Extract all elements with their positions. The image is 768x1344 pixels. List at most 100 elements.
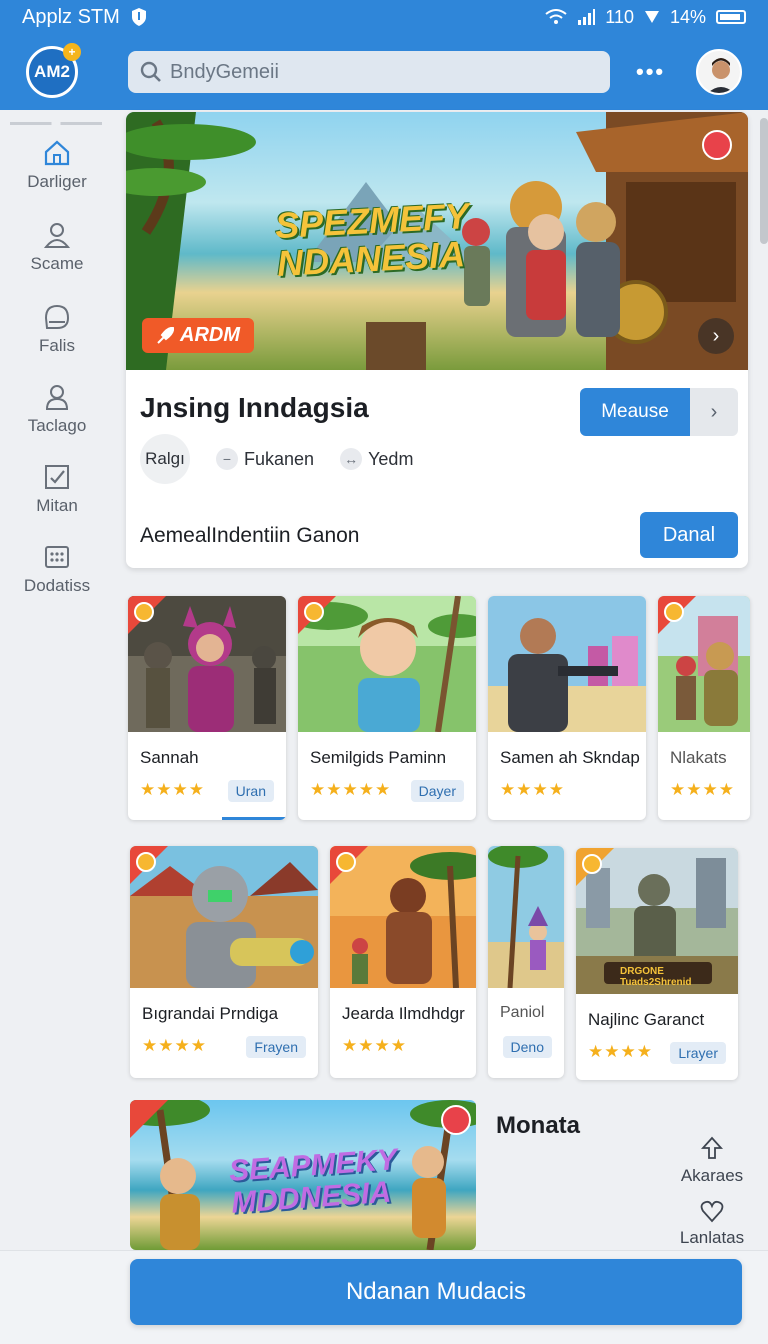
ribbon bbox=[130, 1100, 168, 1138]
chip-yedm[interactable]: ↔ Yedm bbox=[340, 448, 413, 470]
rating-stars: ★★★★ bbox=[588, 1042, 653, 1061]
avatar[interactable] bbox=[696, 49, 742, 95]
rating-stars: ★★★★ bbox=[670, 780, 735, 799]
featured-game-card[interactable]: SPEZMEFY NDANESIA ARDM › Jnsing Inndagsi… bbox=[126, 112, 748, 568]
search-placeholder: BndyGemeii bbox=[170, 60, 279, 83]
chip-label: Ralgı bbox=[145, 449, 185, 468]
rating-stars: ★★★★ bbox=[342, 1036, 407, 1055]
chip-label: Yedm bbox=[368, 448, 414, 469]
sidebar-item-label: Scame bbox=[30, 254, 84, 273]
sidebar-item-dodatiss[interactable]: Dodatiss bbox=[0, 542, 114, 596]
action-label: Lanlatas bbox=[679, 1228, 745, 1247]
promo-banner[interactable]: SEAPMEKY MDDNESIA bbox=[130, 1100, 476, 1250]
featured-more-button[interactable]: › bbox=[690, 388, 738, 436]
section-title: Monata bbox=[496, 1112, 580, 1139]
chevron-right-icon: › bbox=[712, 324, 720, 347]
sidebar-item-taclago[interactable]: Taclago bbox=[0, 382, 114, 436]
shield-icon bbox=[131, 8, 146, 26]
game-title: Semilgids Paminn bbox=[310, 748, 447, 767]
sidebar-handle bbox=[10, 122, 102, 125]
banner-tag-text: ARDM bbox=[180, 324, 240, 346]
featured-subtitle: AemealIndentiin Ganon bbox=[140, 524, 360, 547]
checkbox-icon bbox=[45, 465, 69, 489]
badge-icon bbox=[136, 852, 156, 872]
sidebar-item-label: Taclago bbox=[27, 416, 87, 435]
next-slide-button[interactable]: › bbox=[698, 318, 734, 354]
person-icon bbox=[45, 385, 69, 410]
rating-stars: ★★★★ bbox=[140, 780, 205, 799]
sidebar-item-label: Falis bbox=[39, 336, 75, 355]
battery-text: 14% bbox=[669, 6, 706, 27]
badge-icon bbox=[582, 854, 602, 874]
app-header: AM2 + BndyGemeii ••• bbox=[0, 34, 768, 110]
badge-icon bbox=[134, 602, 154, 622]
active-indicator bbox=[222, 817, 286, 820]
sidebar-item-falis[interactable]: Falis bbox=[0, 302, 114, 356]
game-art-text: DRGONE Tuads2Shrenid bbox=[620, 966, 692, 988]
action-lanlatas[interactable]: Lanlatas bbox=[672, 1198, 752, 1248]
featured-primary-button[interactable]: Meause bbox=[580, 388, 690, 436]
wifi-icon bbox=[545, 9, 567, 24]
game-tag[interactable]: Uran bbox=[227, 780, 274, 802]
minus-icon: − bbox=[216, 448, 238, 470]
game-tag[interactable]: Lrayer bbox=[670, 1042, 726, 1064]
chip-ralgi[interactable]: Ralgı bbox=[140, 434, 190, 484]
rating-stars: ★★★★★ bbox=[310, 780, 392, 799]
chip-label: Fukanen bbox=[244, 448, 315, 469]
battery-icon bbox=[716, 10, 746, 24]
sidebar-item-label: Dodatiss bbox=[23, 576, 91, 595]
arrows-icon: ↔ bbox=[340, 448, 363, 470]
game-title: Sannah bbox=[140, 748, 199, 767]
chevron-right-icon: › bbox=[710, 400, 718, 423]
featured-secondary-button[interactable]: Danal bbox=[640, 512, 738, 558]
game-tag[interactable]: Frayen bbox=[246, 1036, 306, 1058]
featured-chips: Ralgı − Fukanen ↔ Yedm bbox=[140, 434, 413, 484]
chip-fukanen[interactable]: − Fukanen bbox=[216, 448, 314, 470]
app-logo[interactable]: AM2 + bbox=[26, 43, 81, 98]
rating-stars: ★★★★ bbox=[142, 1036, 207, 1055]
game-card[interactable]: Semilgids Paminn ★★★★★ Dayer bbox=[298, 596, 476, 820]
status-app: Applz STM bbox=[22, 6, 148, 29]
more-icon[interactable]: ••• bbox=[636, 59, 665, 85]
game-card[interactable]: Paniol Deno bbox=[488, 846, 564, 1078]
game-card[interactable]: Jearda Ilmdhdgr ★★★★ bbox=[330, 846, 476, 1078]
game-card[interactable]: Samen ah Skndap ★★★★ bbox=[488, 596, 646, 820]
scrollbar[interactable] bbox=[760, 118, 768, 244]
share-icon bbox=[700, 1136, 724, 1159]
game-card[interactable]: DRGONE Tuads2Shrenid Najlinc Garanct ★★★… bbox=[576, 848, 738, 1080]
search-icon bbox=[140, 61, 161, 82]
game-thumbnail bbox=[488, 596, 646, 732]
search-input[interactable]: BndyGemeii bbox=[128, 51, 610, 93]
badge-icon bbox=[304, 602, 324, 622]
sidebar-item-scame[interactable]: Scame bbox=[0, 220, 114, 274]
game-card[interactable]: Sannah ★★★★ Uran bbox=[128, 596, 286, 820]
game-title: Paniol bbox=[500, 1004, 545, 1021]
primary-cta-button[interactable]: Ndanan Mudacis bbox=[130, 1259, 742, 1325]
network-text: 110 bbox=[605, 6, 634, 27]
game-card[interactable]: Nlakats ★★★★ bbox=[658, 596, 750, 820]
sidebar-item-darliger[interactable]: Darliger bbox=[0, 138, 114, 192]
game-title: Bıgrandai Prndiga bbox=[142, 1004, 279, 1023]
featured-game-title: Jnsing Inndagsia bbox=[140, 392, 369, 423]
star-icon: + bbox=[63, 43, 81, 61]
sidebar-item-mitan[interactable]: Mitan bbox=[0, 462, 114, 516]
sidebar-item-label: Mitan bbox=[36, 496, 78, 515]
sidebar-item-label: Darliger bbox=[27, 172, 87, 191]
badge-icon bbox=[664, 602, 684, 622]
promo-title: SEAPMEKY MDDNESIA bbox=[228, 1143, 400, 1219]
sidebar: Darliger Scame Falis Taclago Mitan Dodat… bbox=[0, 110, 114, 1250]
featured-banner[interactable]: SPEZMEFY NDANESIA ARDM › bbox=[126, 112, 748, 370]
badge-icon bbox=[336, 852, 356, 872]
banner-title: SPEZMEFY NDANESIA bbox=[274, 195, 472, 284]
action-akaraes[interactable]: Akaraes bbox=[672, 1136, 752, 1186]
rocket-icon bbox=[157, 326, 174, 344]
game-title: Nlakats bbox=[670, 748, 727, 767]
avatar-image bbox=[698, 51, 740, 93]
game-tag[interactable]: Deno bbox=[502, 1036, 552, 1058]
game-tag[interactable]: Dayer bbox=[410, 780, 464, 802]
logo-text: AM2 bbox=[34, 62, 70, 81]
grid-icon bbox=[45, 546, 69, 568]
status-indicators: 110 14% bbox=[545, 7, 746, 28]
home-icon bbox=[44, 140, 70, 166]
game-card[interactable]: Bıgrandai Prndiga ★★★★ Frayen bbox=[130, 846, 318, 1078]
